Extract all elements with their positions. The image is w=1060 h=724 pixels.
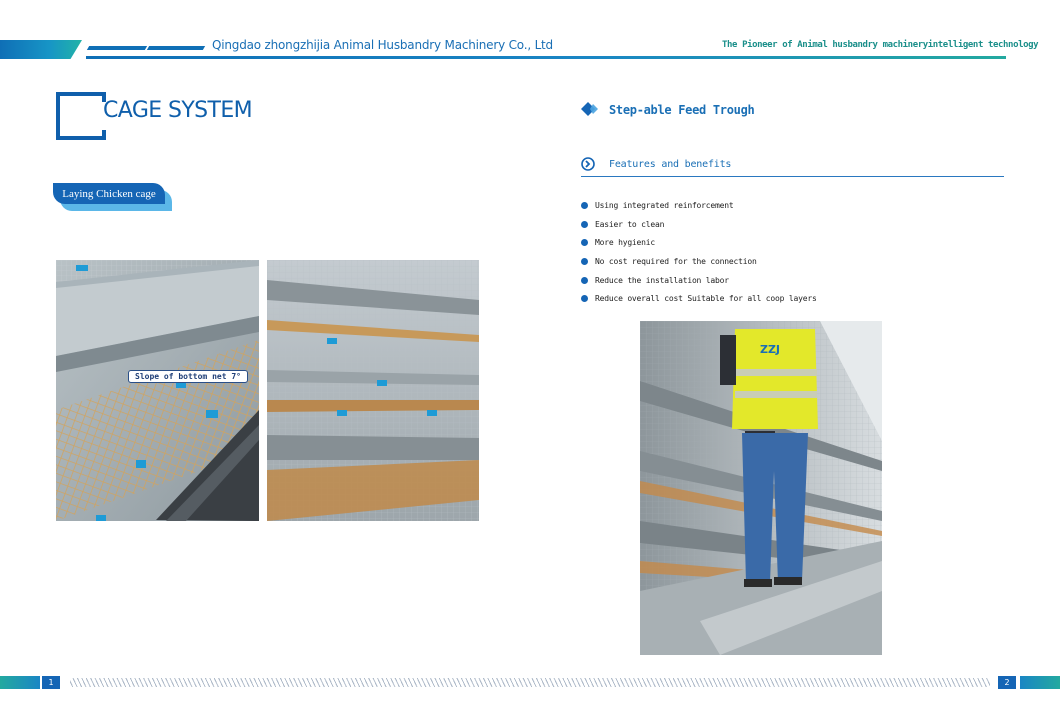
- feature-text: No cost required for the connection: [595, 257, 757, 267]
- page-number-left: 1: [42, 676, 60, 689]
- features-rule: [581, 176, 1004, 177]
- cage-photo-trough: [56, 260, 259, 521]
- worker-on-trough-photo: ZZJ: [640, 321, 882, 655]
- dot-icon: [581, 295, 588, 303]
- diamond-icon: [581, 102, 598, 116]
- feature-text: More hygienic: [595, 238, 656, 248]
- feature-text: Using integrated reinforcement: [595, 201, 734, 210]
- dot-icon: [581, 202, 588, 209]
- dot-icon: [581, 239, 588, 247]
- header-stripe: [146, 46, 206, 50]
- list-item: Reduce overall cost Suitable for all coo…: [581, 293, 817, 312]
- list-item: More hygienic: [581, 237, 817, 256]
- features-title: Features and benefits: [609, 159, 732, 170]
- footer-accent-left: [0, 676, 40, 689]
- title-bracket: [56, 92, 106, 140]
- list-item: Using integrated reinforcement: [581, 200, 817, 219]
- company-name: Qingdao zhongzhijia Animal Husbandry Mac…: [212, 38, 553, 52]
- page-number-right: 2: [998, 676, 1016, 689]
- slope-callout: Slope of bottom net 7°: [128, 370, 248, 383]
- company-slogan: The Pioneer of Animal husbandry machiner…: [722, 40, 1039, 50]
- list-item: Easier to clean: [581, 219, 817, 238]
- feature-text: Reduce overall cost Suitable for all coo…: [595, 294, 817, 304]
- page-title: CAGE SYSTEM: [103, 98, 253, 123]
- feature-text: Reduce the installation labor: [595, 275, 729, 285]
- list-item: No cost required for the connection: [581, 256, 817, 275]
- category-tag: Laying Chicken cage: [53, 183, 165, 204]
- features-list: Using integrated reinforcement Easier to…: [581, 200, 817, 312]
- dot-icon: [581, 258, 588, 266]
- footer-hatch: [70, 678, 990, 687]
- dot-icon: [581, 220, 588, 228]
- section-title: Step-able Feed Trough: [609, 103, 755, 117]
- header-accent-block: [0, 40, 82, 59]
- cage-photo-tiers: [267, 260, 479, 521]
- dot-icon: [581, 276, 588, 284]
- svg-text:ZZJ: ZZJ: [760, 343, 780, 356]
- list-item: Reduce the installation labor: [581, 275, 817, 294]
- footer-accent-right: [1020, 676, 1060, 689]
- chevron-circle-icon: [581, 157, 595, 171]
- header-stripe: [86, 46, 148, 50]
- header-rule: [86, 56, 1006, 59]
- feature-text: Easier to clean: [595, 219, 665, 229]
